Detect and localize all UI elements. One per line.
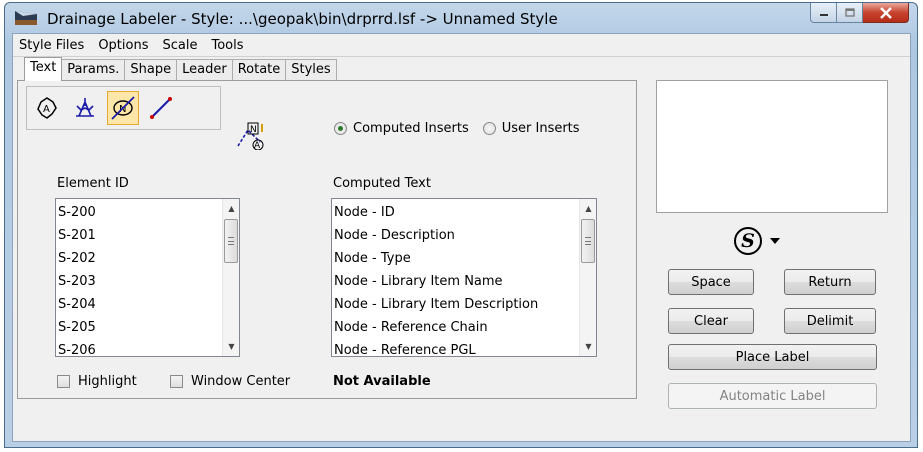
highlight-checkbox[interactable]: Highlight	[57, 374, 137, 389]
window-center-label: Window Center	[191, 374, 291, 389]
delimit-button[interactable]: Delimit	[784, 308, 876, 334]
scroll-thumb[interactable]	[581, 219, 595, 263]
element-id-label: Element ID	[57, 176, 129, 191]
space-button[interactable]: Space	[668, 269, 754, 295]
inlet-tool[interactable]	[69, 91, 101, 125]
computed-text-label: Computed Text	[333, 176, 431, 191]
link-tool[interactable]	[145, 91, 177, 125]
list-item[interactable]: Node - ID	[334, 201, 578, 224]
minimize-button[interactable]	[810, 3, 837, 23]
title-bar[interactable]: Drainage Labeler - Style: ...\geopak\bin…	[5, 3, 917, 33]
computed-inserts-radio[interactable]: Computed Inserts	[334, 121, 469, 136]
user-inserts-radio[interactable]: User Inserts	[482, 121, 580, 136]
node-tool[interactable]: N	[107, 91, 139, 125]
tab-styles[interactable]: Styles	[285, 59, 337, 80]
scroll-up-arrow-icon[interactable]: ▲	[580, 200, 596, 217]
label-preview	[656, 80, 888, 213]
symbol-dropdown[interactable]: S	[734, 226, 798, 256]
menu-scale[interactable]: Scale	[162, 38, 197, 56]
element-type-toolbar: A N	[26, 86, 221, 130]
window-center-checkbox[interactable]: Window Center	[170, 374, 290, 389]
menu-style-files[interactable]: Style Files	[19, 38, 84, 56]
list-item[interactable]: S-205	[58, 316, 221, 339]
computed-inserts-label: Computed Inserts	[353, 121, 469, 136]
list-item[interactable]: Node - Library Item Name	[334, 270, 578, 293]
tab-shape[interactable]: Shape	[124, 59, 178, 80]
computed-text-scrollbar[interactable]: ▲ ▼	[579, 199, 596, 356]
computed-text-list[interactable]: Node - ID Node - Description Node - Type…	[331, 198, 597, 357]
maximize-button[interactable]	[837, 3, 863, 23]
checkbox-box	[57, 375, 70, 388]
maximize-icon	[844, 7, 855, 17]
list-item[interactable]: S-204	[58, 293, 221, 316]
menu-options[interactable]: Options	[98, 38, 148, 56]
close-icon	[879, 6, 892, 19]
place-label-button[interactable]: Place Label	[668, 344, 877, 370]
grip-icon	[585, 237, 591, 245]
close-button[interactable]	[863, 3, 909, 23]
radio-dot	[482, 122, 496, 135]
automatic-label-button[interactable]: Automatic Label	[668, 383, 877, 409]
profile-label-icon[interactable]: N A	[232, 120, 272, 150]
symbol-s-icon: S	[734, 227, 762, 255]
tab-strip: Text Params. Shape Leader Rotate Styles	[24, 57, 337, 81]
tab-leader[interactable]: Leader	[176, 59, 233, 80]
user-inserts-label: User Inserts	[501, 121, 580, 136]
status-text: Not Available	[333, 374, 431, 389]
return-button[interactable]: Return	[784, 269, 876, 295]
radio-dot	[334, 122, 347, 135]
computed-text-items: Node - ID Node - Description Node - Type…	[334, 201, 578, 356]
menu-tools[interactable]: Tools	[211, 38, 243, 56]
grip-icon	[228, 237, 234, 245]
scroll-up-arrow-icon[interactable]: ▲	[223, 200, 239, 217]
menu-bar: Style Files Options Scale Tools	[13, 34, 910, 56]
list-item[interactable]: Node - Description	[334, 224, 578, 247]
tab-rotate[interactable]: Rotate	[231, 59, 287, 80]
list-item[interactable]: Node - Reference PGL	[334, 339, 578, 356]
highlight-label: Highlight	[78, 374, 137, 389]
element-id-scrollbar[interactable]: ▲ ▼	[222, 199, 239, 356]
list-item[interactable]: Node - Reference Chain	[334, 316, 578, 339]
window-controls	[810, 3, 909, 23]
clear-button[interactable]: Clear	[668, 308, 754, 334]
list-item[interactable]: S-200	[58, 201, 221, 224]
element-id-list[interactable]: S-200 S-201 S-202 S-203 S-204 S-205 S-20…	[55, 198, 240, 357]
inlet-icon	[76, 98, 94, 117]
svg-text:A: A	[43, 104, 50, 115]
tab-text[interactable]: Text	[24, 57, 63, 81]
area-node-tool[interactable]: A	[31, 91, 63, 125]
window-title: Drainage Labeler - Style: ...\geopak\bin…	[47, 10, 558, 28]
list-item[interactable]: S-206	[58, 339, 221, 356]
tab-params[interactable]: Params.	[61, 59, 126, 80]
list-item[interactable]: S-201	[58, 224, 221, 247]
checkbox-box	[170, 375, 183, 388]
scroll-thumb[interactable]	[224, 219, 238, 263]
element-id-items: S-200 S-201 S-202 S-203 S-204 S-205 S-20…	[58, 201, 221, 356]
chevron-down-icon	[770, 238, 780, 244]
scroll-down-arrow-icon[interactable]: ▼	[580, 338, 596, 355]
node-icon: N	[111, 96, 135, 120]
list-item[interactable]: Node - Library Item Description	[334, 293, 578, 316]
list-item[interactable]: S-203	[58, 270, 221, 293]
scroll-down-arrow-icon[interactable]: ▼	[223, 338, 239, 355]
insert-mode-radios: Computed Inserts User Inserts	[334, 121, 580, 136]
area-node-icon: A	[37, 97, 57, 119]
minimize-icon	[819, 13, 828, 16]
drainage-app-icon	[15, 11, 37, 25]
link-icon	[150, 97, 172, 119]
list-item[interactable]: S-202	[58, 247, 221, 270]
list-item[interactable]: Node - Type	[334, 247, 578, 270]
